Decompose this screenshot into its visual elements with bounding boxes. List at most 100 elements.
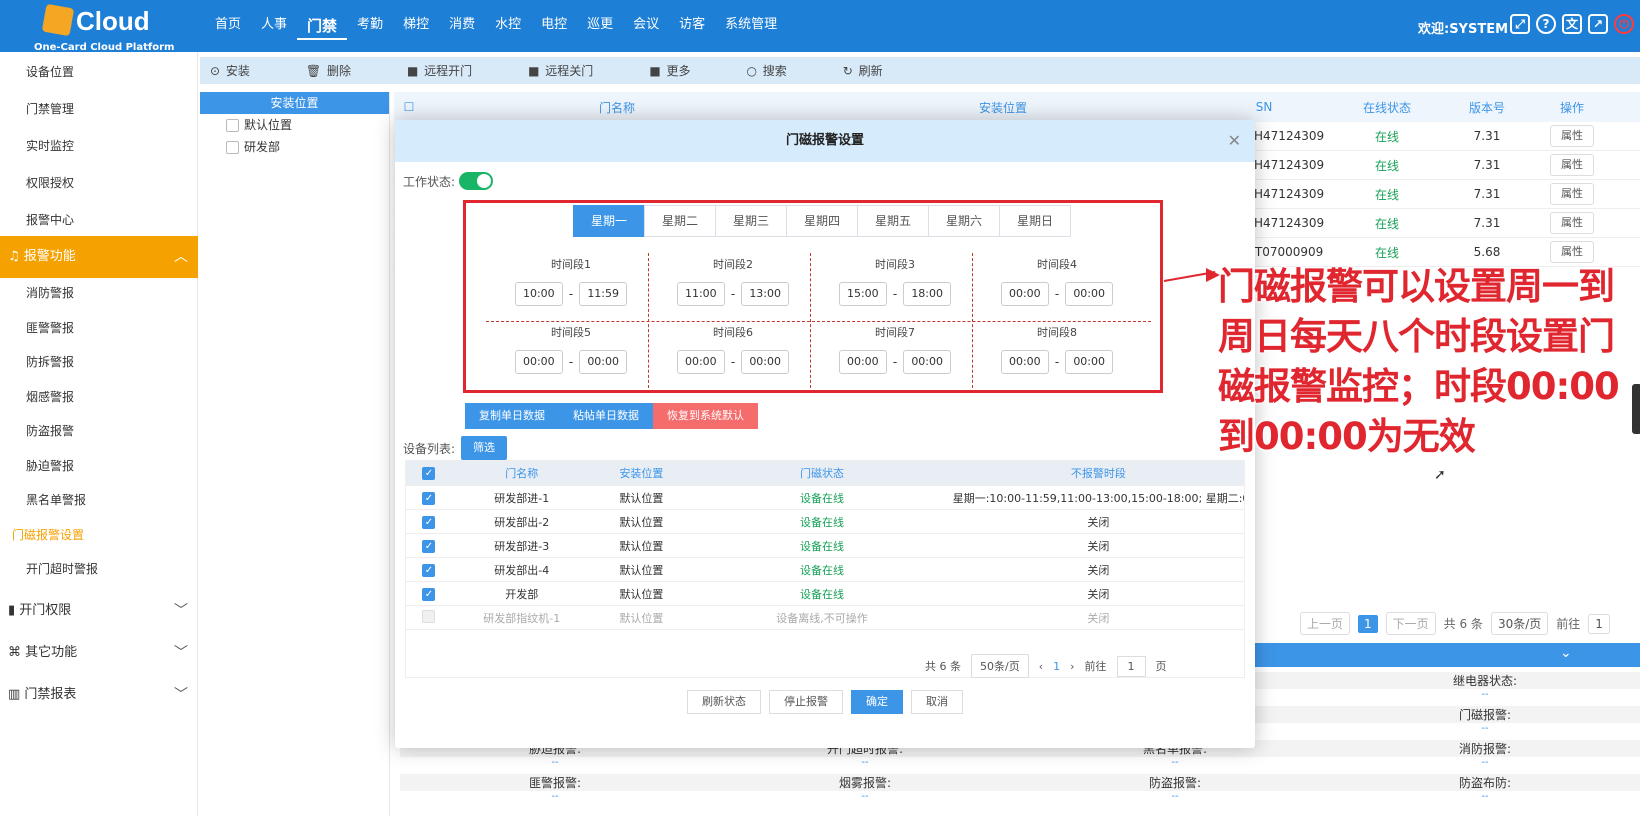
chevron-down-icon[interactable]: ﹀	[174, 674, 188, 716]
cancel-button[interactable]: 取消	[911, 690, 963, 714]
location-item[interactable]: 默认位置	[200, 114, 389, 136]
end-time-input[interactable]: 00:00	[1065, 282, 1114, 306]
end-time-input[interactable]: 18:00	[903, 282, 952, 306]
paste-day-button[interactable]: 粘帖单日数据	[559, 403, 653, 429]
nav-item[interactable]: 会议	[623, 0, 669, 52]
nav-item[interactable]: 消费	[439, 0, 485, 52]
nav-item[interactable]: 考勤	[347, 0, 393, 52]
start-time-input[interactable]: 15:00	[838, 282, 887, 306]
refresh-status-button[interactable]: 刷新状态	[687, 690, 761, 714]
sidebar-item[interactable]: 门禁管理	[0, 92, 198, 126]
start-time-input[interactable]: 00:00	[514, 350, 563, 374]
sidebar-item[interactable]: 防拆警报	[0, 345, 198, 379]
sidebar-item[interactable]: 开门超时警报	[0, 552, 198, 586]
chevron-down-icon[interactable]: ﹀	[174, 632, 188, 674]
help-icon[interactable]: ?	[1536, 14, 1556, 34]
start-time-input[interactable]: 00:00	[838, 350, 887, 374]
sidebar-group[interactable]: ▮ 开门权限 ﹀	[0, 590, 198, 632]
sidebar-item[interactable]: 实时监控	[0, 129, 198, 163]
nav-item[interactable]: 人事	[251, 0, 297, 52]
attribute-button[interactable]: 属性	[1550, 212, 1594, 234]
tab-day[interactable]: 星期三	[715, 205, 787, 237]
translate-icon[interactable]: 文	[1562, 14, 1582, 34]
sidebar-item[interactable]: 消防警报	[0, 276, 198, 310]
detail-bar[interactable]: ⌄	[1200, 643, 1640, 667]
toolbar-button[interactable]: ■ 远程关门	[528, 62, 621, 79]
toolbar-button[interactable]: ○ 搜索	[746, 62, 814, 79]
end-time-input[interactable]: 00:00	[579, 350, 628, 374]
row-checkbox[interactable]: ✓	[422, 563, 436, 577]
attribute-button[interactable]: 属性	[1550, 241, 1594, 263]
sidebar-group[interactable]: ⌘ 其它功能 ﹀	[0, 632, 198, 674]
start-time-input[interactable]: 11:00	[676, 282, 725, 306]
chevron-up-icon[interactable]: ︿	[174, 236, 188, 278]
sidebar-item[interactable]: 门磁报警设置	[0, 518, 198, 552]
select-all-checkbox[interactable]: ✓	[422, 467, 436, 480]
current-page[interactable]: 1	[1358, 614, 1378, 633]
nav-item[interactable]: 梯控	[393, 0, 439, 52]
sidebar-group-alarm[interactable]: ♫ 报警功能 ︿	[0, 236, 198, 278]
nav-item[interactable]: 电控	[531, 0, 577, 52]
sidebar-item[interactable]: 防盗报警	[0, 414, 198, 448]
end-time-input[interactable]: 00:00	[741, 350, 790, 374]
page-size-select[interactable]: 50条/页	[971, 654, 1029, 678]
attribute-button[interactable]: 属性	[1550, 154, 1594, 176]
stop-alarm-button[interactable]: 停止报警	[769, 690, 843, 714]
nav-item[interactable]: 门禁	[297, 0, 348, 40]
toolbar-button[interactable]: ↻ 刷新	[843, 62, 911, 79]
tab-day[interactable]: 星期五	[857, 205, 929, 237]
power-icon[interactable]: ⏻	[1614, 14, 1634, 34]
location-item[interactable]: 研发部	[200, 136, 389, 158]
sidebar-group[interactable]: ▥ 门禁报表 ﹀	[0, 674, 198, 716]
close-icon[interactable]: ✕	[1228, 120, 1241, 162]
toolbar-button[interactable]: ⊙ 安装	[210, 62, 278, 79]
tab-day[interactable]: 星期二	[644, 205, 716, 237]
toolbar-button[interactable]: 🗑 删除	[306, 62, 379, 79]
tab-day[interactable]: 星期六	[928, 205, 1000, 237]
sidebar-item[interactable]: 烟感警报	[0, 380, 198, 414]
chevron-right-icon[interactable]: ›	[1070, 660, 1074, 673]
tab-day[interactable]: 星期四	[786, 205, 858, 237]
end-time-input[interactable]: 00:00	[1065, 350, 1114, 374]
row-checkbox[interactable]: ✓	[422, 587, 436, 601]
sidebar-item[interactable]: 设备位置	[0, 55, 198, 89]
select-all-checkbox[interactable]: ☐	[394, 100, 424, 114]
filter-button[interactable]: 筛选	[461, 436, 508, 460]
tab-day[interactable]: 星期日	[999, 205, 1071, 237]
sidebar-item[interactable]: 胁迫警报	[0, 449, 198, 483]
col-online-status[interactable]: 在线状态	[1332, 99, 1442, 116]
chevron-left-icon[interactable]: ‹	[1039, 660, 1043, 673]
sidebar-item[interactable]: 报警中心	[0, 203, 198, 237]
nav-item[interactable]: 水控	[485, 0, 531, 52]
sidebar-item[interactable]: 匪警警报	[0, 311, 198, 345]
goto-input[interactable]: 1	[1116, 655, 1146, 677]
toolbar-button[interactable]: ■ 更多	[649, 62, 718, 79]
goto-input[interactable]: 1	[1588, 613, 1610, 634]
end-time-input[interactable]: 11:59	[579, 282, 628, 306]
external-icon[interactable]: ↗	[1588, 14, 1608, 34]
logo[interactable]: Cloud One-Card Cloud Platform	[34, 3, 194, 53]
start-time-input[interactable]: 10:00	[514, 282, 563, 306]
start-time-input[interactable]: 00:00	[676, 350, 725, 374]
attribute-button[interactable]: 属性	[1550, 183, 1594, 205]
attribute-button[interactable]: 属性	[1550, 125, 1594, 147]
nav-item[interactable]: 巡更	[577, 0, 623, 52]
start-time-input[interactable]: 00:00	[1000, 350, 1049, 374]
toolbar-button[interactable]: ■ 远程开门	[407, 62, 500, 79]
row-checkbox[interactable]: ✓	[422, 491, 436, 505]
fullscreen-icon[interactable]: ⤢	[1510, 14, 1530, 34]
tab-day[interactable]: 星期一	[573, 205, 645, 237]
nav-item[interactable]: 访客	[669, 0, 715, 52]
row-checkbox[interactable]: ✓	[422, 515, 436, 529]
prev-page-button[interactable]: 上一页	[1300, 612, 1351, 635]
end-time-input[interactable]: 00:00	[903, 350, 952, 374]
nav-item[interactable]: 系统管理	[715, 0, 787, 52]
confirm-button[interactable]: 确定	[851, 690, 903, 714]
sidebar-item[interactable]: 权限授权	[0, 166, 198, 200]
row-checkbox[interactable]: ✓	[422, 539, 436, 553]
page-size-select[interactable]: 30条/页	[1490, 612, 1549, 635]
sidebar-item[interactable]: 黑名单警报	[0, 483, 198, 517]
current-page[interactable]: 1	[1053, 660, 1060, 673]
end-time-input[interactable]: 13:00	[741, 282, 790, 306]
nav-item[interactable]: 首页	[205, 0, 251, 52]
